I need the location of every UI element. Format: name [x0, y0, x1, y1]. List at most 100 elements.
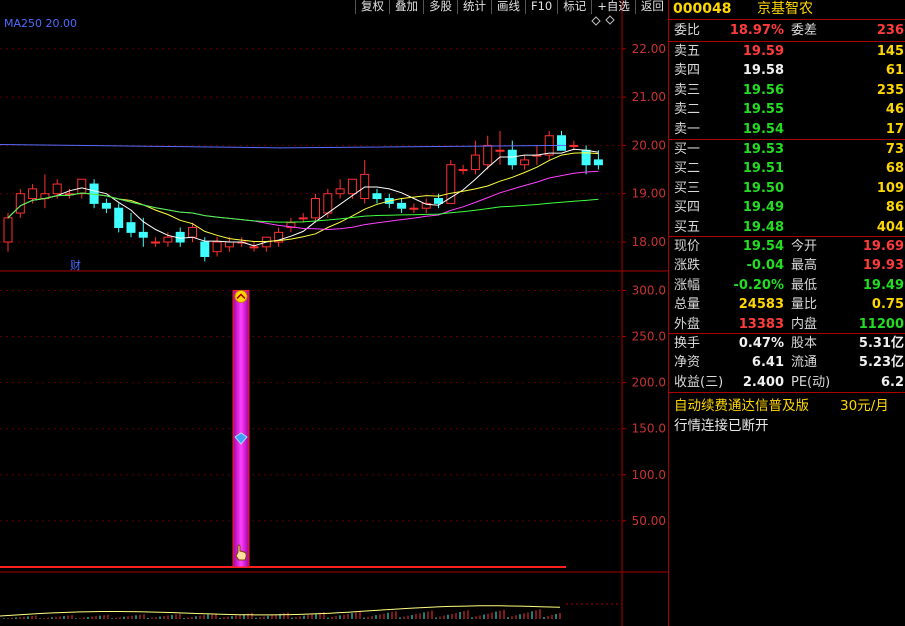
y-tick-label: 22.00 — [632, 42, 666, 56]
stat-label: 最高 — [791, 258, 818, 274]
y-tick-label: 250.0 — [632, 330, 666, 344]
toolbar: 复权 叠加 多股 统计 画线 F10 标记 +自选 返回 — [355, 0, 669, 14]
candle-body — [458, 169, 468, 172]
ask-price: 19.54 — [742, 121, 784, 137]
ask-label: 卖五 — [674, 44, 701, 59]
bid-row: 买一 19.53 73 — [669, 140, 905, 159]
fundamentals-row: 收益(三) 2.400 PE(动) 6.2 — [669, 373, 905, 392]
y-tick-label: 200.0 — [632, 376, 666, 390]
bid-row: 买四 19.49 86 — [669, 198, 905, 217]
candle-body — [470, 154, 480, 171]
candle-body — [224, 241, 234, 248]
stat-row: 涨跌 -0.04 最高 19.93 — [669, 256, 905, 275]
stat-value: 19.69 — [862, 239, 904, 254]
bid-label: 买一 — [674, 142, 701, 157]
weibi-row: 委比 18.97% 委差 236 — [669, 21, 905, 40]
candle-body — [434, 198, 443, 204]
weibi-label: 委比 — [674, 23, 701, 38]
toolbar-button-1[interactable]: 叠加 — [389, 0, 423, 14]
y-tick-label: 19.00 — [632, 187, 666, 201]
bid-price: 19.53 — [742, 142, 784, 157]
banner-price: 30元/月 — [840, 398, 889, 414]
candle-body — [28, 188, 38, 200]
candle-body — [249, 246, 259, 249]
diamond-icon — [591, 16, 601, 26]
bid-label: 买四 — [674, 200, 701, 216]
candle-body — [335, 188, 345, 195]
toolbar-button-8[interactable]: 返回 — [634, 0, 669, 14]
candle-body — [3, 217, 13, 243]
finance-marker: 财 — [70, 258, 81, 272]
y-tick-label: 150.0 — [632, 422, 666, 436]
ask-volume: 46 — [885, 102, 904, 118]
candle-body — [409, 207, 419, 210]
fund-label: 净资 — [674, 355, 701, 371]
toolbar-button-3[interactable]: 统计 — [457, 0, 491, 14]
fund-label: 股本 — [791, 336, 818, 351]
y-tick-label: 50.00 — [632, 514, 666, 528]
candle-body — [77, 178, 87, 195]
candle-body — [126, 222, 136, 233]
chart-area[interactable]: MA250 20.00 22.00 21.00 20.00 19.00 18.00 财 300… — [0, 0, 668, 626]
quote-panel: 000048 京基智农 委比 18.97% 委差 236 卖五 19.59 145 卖… — [668, 0, 905, 626]
bid-row: 买二 19.51 68 — [669, 159, 905, 178]
toolbar-button-4[interactable]: 画线 — [491, 0, 525, 14]
stat-value: 19.93 — [862, 258, 904, 274]
weibi-value: 18.97% — [729, 23, 784, 38]
ask-price: 19.56 — [742, 82, 784, 98]
ma250-legend: MA250 20.00 — [4, 17, 77, 30]
ask-price: 19.59 — [742, 44, 784, 59]
toolbar-button-2[interactable]: 多股 — [423, 0, 457, 14]
stat-label: 涨幅 — [674, 277, 701, 293]
candle-body — [593, 159, 603, 166]
candle-body — [557, 135, 566, 151]
candle-body — [188, 227, 197, 238]
bid-row: 买三 19.50 109 — [669, 179, 905, 198]
candle-body — [372, 193, 382, 200]
fundamentals-row: 换手 0.47% 股本 5.31亿 — [669, 334, 905, 353]
stock-code: 000048 — [673, 1, 732, 17]
toolbar-button-5[interactable]: F10 — [525, 0, 557, 14]
stat-row: 涨幅 -0.20% 最低 19.49 — [669, 276, 905, 295]
fund-value: 2.400 — [742, 374, 784, 390]
bid-volume: 68 — [885, 161, 904, 177]
bid-volume: 404 — [876, 219, 904, 235]
stat-value: 11200 — [858, 316, 904, 332]
candle-body — [52, 183, 62, 195]
fund-value: 0.47% — [738, 336, 784, 351]
candle-body — [101, 202, 111, 209]
toolbar-button-7[interactable]: +自选 — [591, 0, 635, 14]
y-tick-label: 21.00 — [632, 90, 666, 104]
stat-label: 量比 — [791, 297, 818, 313]
candle-body — [347, 178, 357, 195]
candle-body — [212, 241, 222, 253]
ask-price: 19.58 — [742, 63, 784, 79]
ask-label: 卖三 — [674, 82, 701, 98]
y-tick-label: 20.00 — [632, 138, 666, 152]
ask-label: 卖四 — [674, 63, 701, 79]
ask-volume: 145 — [876, 44, 904, 59]
fund-label: 换手 — [674, 336, 701, 351]
volume-average-line — [0, 605, 561, 617]
candle-body — [569, 144, 579, 147]
diamond-icon — [605, 15, 615, 25]
fund-value: 5.31亿 — [858, 336, 904, 351]
candle-body — [397, 202, 407, 209]
toolbar-button-0[interactable]: 复权 — [355, 0, 389, 14]
fund-label: PE(动) — [791, 374, 831, 390]
bid-label: 买三 — [674, 180, 701, 196]
ask-volume: 61 — [885, 63, 904, 79]
bid-price: 19.49 — [742, 200, 784, 216]
candle-body — [360, 173, 370, 200]
weicha-value: 236 — [876, 23, 904, 38]
stat-row: 现价 19.54 今开 19.69 — [669, 237, 905, 256]
bid-price: 19.48 — [742, 219, 784, 235]
indicator-bar — [232, 289, 250, 568]
toolbar-button-6[interactable]: 标记 — [557, 0, 591, 14]
ask-row: 卖五 19.59 145 — [669, 42, 905, 61]
subscription-banner[interactable]: 自动续费通达信普及版 30元/月 — [674, 394, 889, 414]
stat-row: 总量 24583 量比 0.75 — [669, 295, 905, 314]
candle-body — [163, 236, 173, 243]
stock-name: 京基智农 — [757, 1, 813, 17]
candle-body — [483, 144, 493, 166]
